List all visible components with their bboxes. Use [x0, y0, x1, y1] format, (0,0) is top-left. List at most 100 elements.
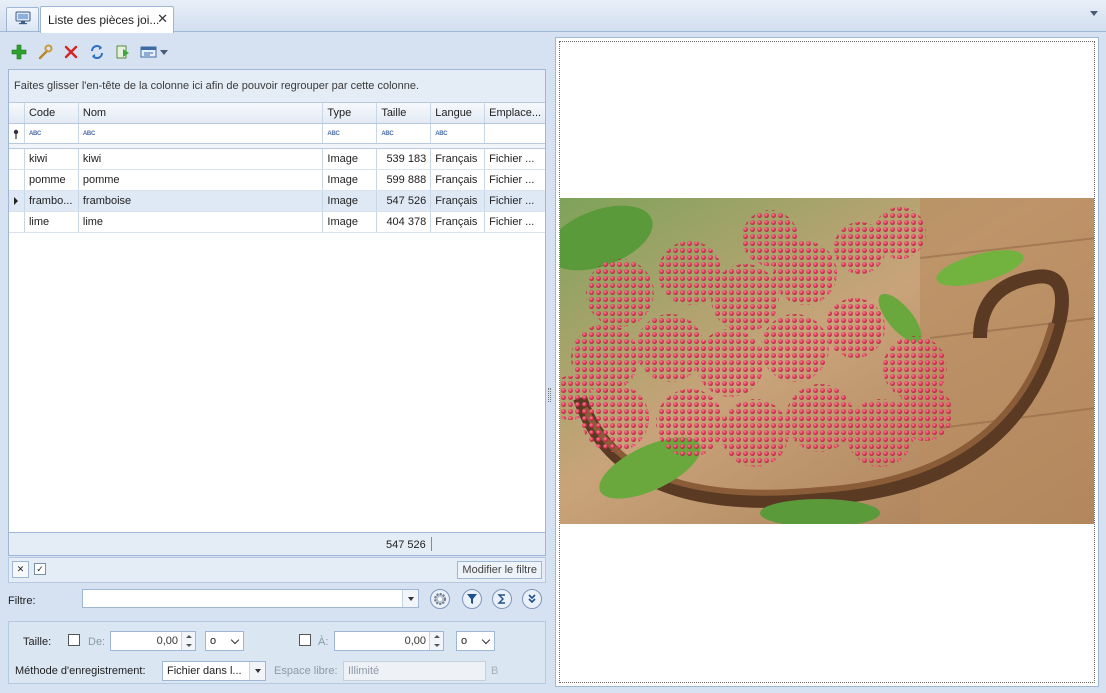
column-header-taille[interactable]: Taille [377, 103, 432, 123]
monitor-icon [15, 11, 31, 28]
a-size-input[interactable]: 0,00 [334, 631, 444, 651]
filter-cell-nom[interactable]: ABC [79, 124, 324, 143]
cell-nom: framboise [79, 191, 324, 211]
grid-header: Code Nom Type Taille Langue Emplace... [9, 103, 545, 124]
expand-double-chevron-icon[interactable] [522, 589, 542, 609]
methode-label: Méthode d'enregistrement: [15, 665, 146, 677]
group-panel[interactable]: Faites glisser l'en-tête de la colonne i… [9, 70, 545, 103]
chevron-down-icon [230, 635, 240, 645]
grid-footer: 547 526 [8, 532, 546, 556]
de-size-input[interactable]: 0,00 [110, 631, 196, 651]
filter-cell-emplacement[interactable] [485, 124, 545, 143]
attachments-grid: Faites glisser l'en-tête de la colonne i… [8, 69, 546, 556]
run-icon[interactable] [114, 44, 131, 61]
cell-emplacement: Fichier ... [489, 195, 535, 207]
row-indicator [9, 170, 25, 190]
column-header-langue[interactable]: Langue [431, 103, 486, 123]
table-row[interactable]: lime lime Image 404 378 Français Fichier… [9, 212, 545, 233]
filter-cell-langue[interactable]: ABC [431, 124, 486, 143]
refresh-icon[interactable] [88, 44, 105, 61]
espace-unit: B [491, 665, 499, 677]
de-unit-select[interactable]: o [205, 631, 244, 651]
view-options-icon[interactable] [140, 44, 157, 61]
header-indicator [9, 103, 25, 123]
cell-type: Image [323, 170, 378, 190]
table-row[interactable]: pomme pomme Image 599 888 Français Fichi… [9, 170, 545, 191]
a-checkbox[interactable] [299, 634, 311, 646]
gear-icon[interactable] [430, 589, 450, 609]
chevron-down-icon[interactable] [160, 49, 168, 55]
text-filter-icon: ABC [435, 130, 448, 137]
modify-filter-button[interactable]: Modifier le filtre [457, 561, 542, 579]
cell-langue: Français [431, 191, 486, 211]
filter-pin-icon [9, 124, 25, 143]
a-unit-select[interactable]: o [456, 631, 495, 651]
taille-label: Taille: [23, 636, 52, 648]
cell-emplacement: Fichier ... [489, 153, 535, 165]
close-icon[interactable]: ✕ [157, 12, 168, 26]
table-row-selected[interactable]: frambo... framboise Image 547 526 França… [9, 191, 545, 212]
column-header-emplacement[interactable]: Emplace... [485, 103, 545, 123]
footer-divider [431, 537, 432, 551]
column-header-code[interactable]: Code [25, 103, 79, 123]
column-header-nom[interactable]: Nom [79, 103, 324, 123]
column-header-type[interactable]: Type [323, 103, 378, 123]
enable-filter-checkbox[interactable]: ✓ [34, 563, 46, 575]
clear-filter-button[interactable]: ✕ [12, 561, 29, 578]
cell-taille: 547 526 [377, 191, 432, 211]
a-spin-buttons[interactable] [429, 632, 443, 650]
cell-langue: Français [431, 170, 486, 190]
de-spin-buttons[interactable] [181, 632, 195, 650]
a-unit: o [461, 635, 468, 647]
filter-combo[interactable] [82, 589, 419, 608]
cell-taille: 599 888 [377, 170, 432, 190]
cell-type: Image [323, 212, 378, 232]
group-hint: Faites glisser l'en-tête de la colonne i… [14, 80, 420, 92]
image-preview-frame [559, 41, 1095, 683]
a-label: À: [318, 636, 329, 648]
row-indicator [9, 212, 25, 232]
text-filter-icon: ABC [28, 130, 42, 137]
de-checkbox[interactable] [68, 634, 80, 646]
cell-type: Image [323, 191, 378, 211]
cell-nom: kiwi [79, 149, 324, 169]
cell-code: pomme [25, 170, 79, 190]
tab-label: Liste des pièces joi... [48, 13, 160, 27]
filter-funnel-icon[interactable] [462, 589, 482, 609]
splitter-handle[interactable] [548, 388, 551, 402]
cell-langue: Français [431, 212, 486, 232]
tab-home[interactable] [6, 7, 39, 31]
cell-type: Image [323, 149, 378, 169]
methode-select[interactable]: Fichier dans l... [162, 661, 266, 681]
footer-sum-taille: 547 526 [386, 539, 426, 551]
filter-cell-type[interactable]: ABC [323, 124, 378, 143]
de-unit: o [210, 635, 217, 647]
text-filter-icon: ABC [82, 130, 95, 137]
filter-cell-taille[interactable]: ABC [377, 124, 432, 143]
options-panel: Taille: De: 0,00 o À: 0,00 o Méthode d'e… [8, 621, 546, 684]
sum-icon[interactable] [492, 589, 512, 609]
delete-icon[interactable] [62, 44, 79, 61]
tab-attachments-list[interactable]: Liste des pièces joi... ✕ [40, 6, 174, 33]
text-filter-icon: ABC [381, 130, 394, 137]
filter-panel: ✕ ✓ Modifier le filtre [8, 557, 546, 583]
espace-libre-field: Illimité [343, 661, 486, 681]
row-indicator [9, 149, 25, 169]
text-filter-icon: ABC [327, 130, 340, 137]
cell-taille: 539 183 [377, 149, 432, 169]
table-row[interactable]: kiwi kiwi Image 539 183 Français Fichier… [9, 149, 545, 170]
chevron-down-icon[interactable] [1090, 11, 1098, 16]
chevron-down-icon[interactable] [402, 590, 418, 607]
cell-nom: pomme [79, 170, 324, 190]
edit-wrench-icon[interactable] [36, 44, 53, 61]
chevron-down-icon[interactable] [249, 662, 265, 680]
cell-nom: lime [79, 212, 324, 232]
filter-cell-code[interactable]: ABC [25, 124, 79, 143]
cell-emplacement: Fichier ... [489, 174, 535, 186]
raspberries-basket-image [560, 198, 1094, 524]
current-row-arrow-icon [9, 191, 25, 211]
cell-code: lime [25, 212, 79, 232]
cell-taille: 404 378 [377, 212, 432, 232]
a-value: 0,00 [404, 635, 426, 647]
add-icon[interactable] [10, 44, 27, 61]
